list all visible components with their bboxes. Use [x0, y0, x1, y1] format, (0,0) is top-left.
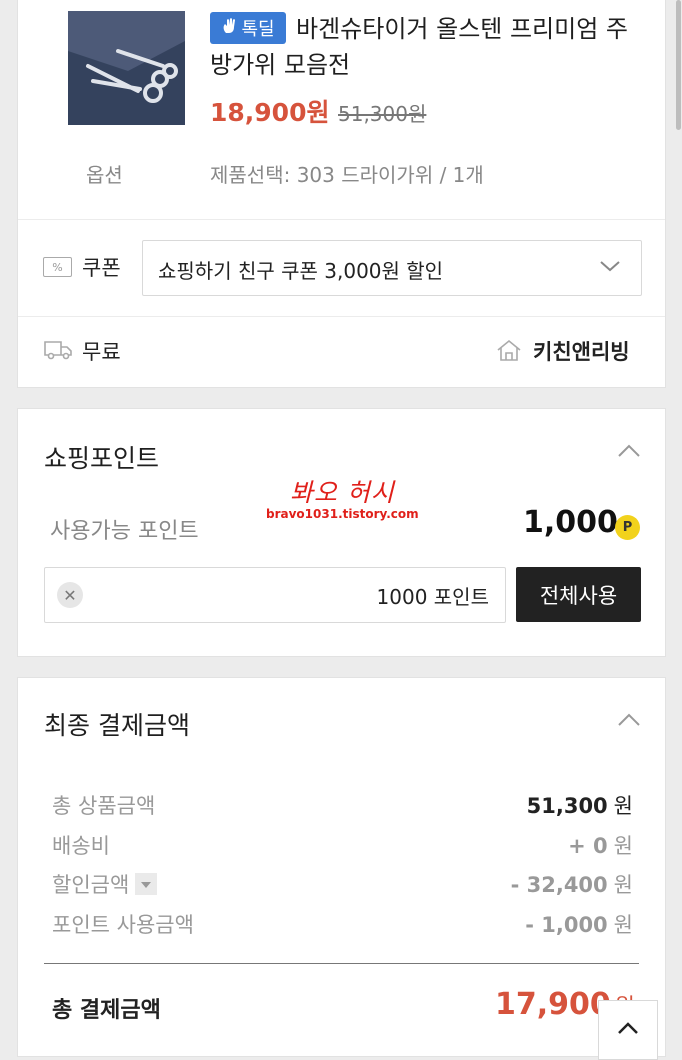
- final-payment-card: 최종 결제금액 총 상품금액 51,300 원 배송비 + 0원 할인금액 - 3…: [17, 677, 666, 1057]
- scroll-to-top-button[interactable]: [598, 1000, 658, 1060]
- sale-price: 18,900원: [210, 98, 330, 127]
- chevron-up-icon: [616, 1020, 640, 1040]
- truck-icon: [43, 338, 73, 364]
- original-price: 51,300원: [338, 102, 427, 126]
- coupon-label: 쿠폰: [82, 256, 121, 280]
- section-title: 최종 결제금액: [44, 711, 190, 740]
- dropdown-icon[interactable]: [135, 873, 158, 895]
- order-item-card: 톡딜 바겐슈타이거 올스텐 프리미엄 주방가위 모음전 18,900원 51,3…: [17, 0, 666, 388]
- chevron-up-icon[interactable]: [617, 712, 641, 732]
- product-thumbnail[interactable]: [68, 11, 185, 125]
- product-title[interactable]: 바겐슈타이거 올스텐 프리미엄 주방가위 모음전: [210, 11, 630, 83]
- chevron-down-icon: [599, 255, 621, 281]
- total-payment-label: 총 결제금액: [52, 998, 161, 1023]
- divider: [18, 219, 665, 220]
- shipping-fee-label: 배송비: [52, 834, 110, 858]
- watermark-url: bravo1031.tistory.com: [266, 507, 419, 521]
- product-total-label: 총 상품금액: [52, 794, 156, 818]
- divider: [18, 316, 665, 317]
- blog-watermark: 봐오 허시 bravo1031.tistory.com: [266, 473, 419, 521]
- coupon-selected-value: 쇼핑하기 친구 쿠폰 3,000원 할인: [158, 259, 444, 283]
- home-icon: [495, 338, 523, 366]
- coupon-icon: %: [43, 257, 72, 277]
- shipping-fee-value: + 0원: [568, 834, 633, 858]
- shipping-fee: 무료: [82, 340, 121, 364]
- point-input-value: 1000 포인트: [376, 585, 489, 609]
- section-title: 쇼핑포인트: [44, 444, 160, 473]
- clear-icon[interactable]: ✕: [57, 582, 83, 608]
- point-usage-value: - 1,000 원: [525, 913, 633, 937]
- option-label: 옵션: [86, 163, 123, 187]
- scrollbar[interactable]: [676, 0, 681, 130]
- watermark-logo: 봐오 허시: [289, 478, 395, 507]
- coupon-select[interactable]: 쇼핑하기 친구 쿠폰 3,000원 할인: [142, 240, 642, 296]
- option-value: 제품선택: 303 드라이가위 / 1개: [210, 163, 484, 187]
- shopping-points-card: 쇼핑포인트 봐오 허시 bravo1031.tistory.com 사용가능 포…: [17, 408, 666, 657]
- discount-value: - 32,400 원: [510, 873, 633, 897]
- point-usage-label: 포인트 사용금액: [52, 913, 194, 937]
- discount-label: 할인금액: [52, 869, 158, 899]
- use-all-points-button[interactable]: 전체사용: [516, 567, 641, 622]
- point-icon: P: [615, 515, 640, 540]
- point-input[interactable]: ✕ 1000 포인트: [44, 567, 506, 623]
- divider: [44, 963, 639, 964]
- available-points-value: 1,000: [523, 505, 618, 540]
- seller-name[interactable]: 키친앤리빙: [533, 336, 630, 366]
- product-total-value: 51,300 원: [526, 794, 633, 818]
- available-points-label: 사용가능 포인트: [50, 519, 199, 544]
- chevron-up-icon[interactable]: [617, 443, 641, 463]
